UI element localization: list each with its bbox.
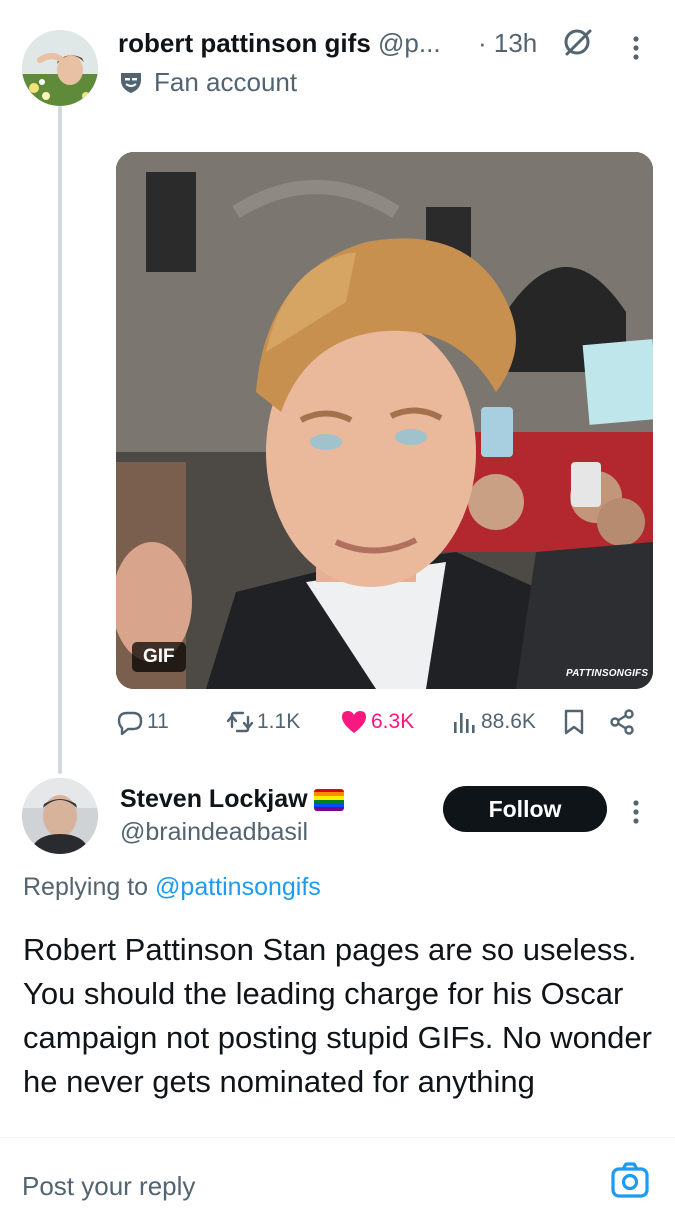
author-name-row[interactable]: robert pattinson gifs @p...	[118, 28, 441, 59]
reply-author-name-row[interactable]: Steven Lockjaw	[120, 785, 344, 814]
media-image	[116, 152, 653, 689]
fan-account-label: Fan account	[118, 66, 297, 98]
more-icon[interactable]	[624, 30, 648, 70]
pride-flag-icon	[313, 788, 344, 811]
like-icon	[342, 711, 366, 733]
reply-author-name[interactable]: Steven Lockjaw	[120, 785, 308, 814]
grok-icon[interactable]	[560, 24, 596, 60]
replying-mention-link[interactable]: @pattinsongifs	[155, 873, 321, 901]
author-handle[interactable]: @p...	[378, 28, 441, 58]
composer-divider	[0, 1137, 675, 1138]
fan-account-text: Fan account	[154, 66, 298, 97]
author-name[interactable]: robert pattinson gifs	[118, 28, 371, 58]
reply-more-icon[interactable]	[624, 795, 648, 831]
reply-text: Robert Pattinson Stan pages are so usele…	[23, 932, 652, 1099]
reply-author-handle[interactable]: @braindeadbasil	[120, 818, 308, 847]
reply-count: 11	[147, 710, 169, 733]
post-actions: 11 1.1K 6.3K 88.6K	[112, 704, 652, 740]
post-media-gif[interactable]	[116, 152, 653, 689]
repost-button[interactable]: 1.1K	[226, 704, 300, 740]
reply-composer-input[interactable]	[22, 1164, 582, 1208]
views-button[interactable]: 88.6K	[450, 704, 536, 740]
reply-icon	[117, 711, 143, 736]
reply-button[interactable]: 11	[116, 704, 169, 740]
views-icon	[454, 713, 475, 733]
replying-to: Replying to @pattinsongifs	[23, 873, 321, 902]
replying-prefix: Replying to	[23, 873, 149, 901]
media-watermark: PATTINSONGIFS	[566, 668, 649, 679]
share-button[interactable]	[608, 704, 636, 740]
like-count: 6.3K	[371, 710, 415, 733]
repost-icon	[226, 711, 254, 733]
follow-button[interactable]: Follow	[443, 786, 607, 832]
reply-author-avatar[interactable]	[22, 778, 98, 854]
author-avatar[interactable]	[22, 30, 98, 106]
gif-badge: GIF	[132, 642, 186, 672]
thread-line	[58, 106, 62, 774]
camera-icon[interactable]	[610, 1160, 650, 1200]
post-time[interactable]: · 13h	[478, 28, 537, 59]
bookmark-icon	[564, 709, 584, 735]
share-icon	[610, 709, 634, 735]
bookmark-button[interactable]	[560, 704, 588, 740]
fan-account-icon	[118, 69, 144, 95]
views-count: 88.6K	[481, 710, 536, 733]
like-button[interactable]: 6.3K	[340, 704, 414, 740]
repost-count: 1.1K	[257, 710, 301, 733]
